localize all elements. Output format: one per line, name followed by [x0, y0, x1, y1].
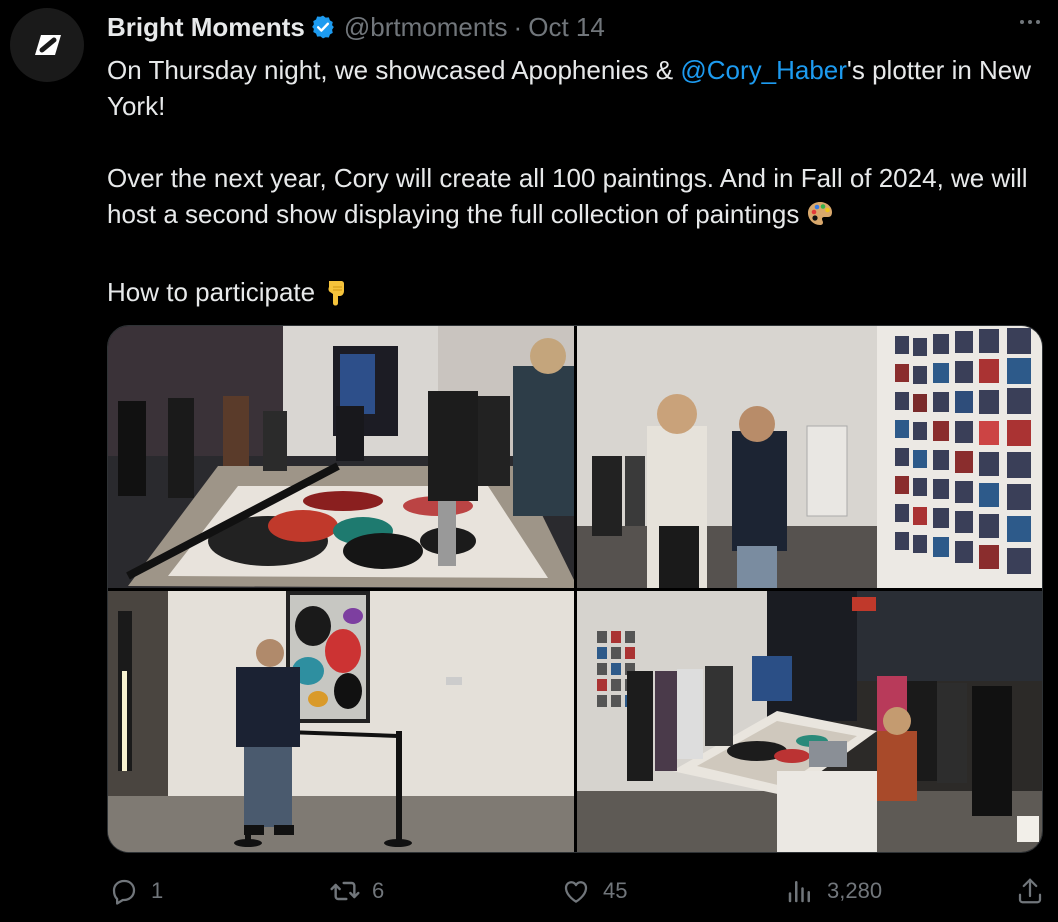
verified-badge-icon[interactable] [310, 14, 336, 40]
heart-icon [559, 874, 593, 908]
views-icon [783, 874, 817, 908]
paragraph-3: How to participate [107, 274, 1037, 316]
action-bar: 1 6 45 3,280 [107, 874, 1047, 914]
tweet-text: On Thursday night, we showcased Apopheni… [107, 52, 1037, 316]
views-button[interactable]: 3,280 [783, 874, 882, 908]
retweet-count: 6 [372, 878, 385, 903]
photo-wall-of-prints[interactable] [577, 326, 1042, 588]
more-options-icon[interactable] [1014, 14, 1046, 30]
share-button[interactable] [1013, 874, 1047, 908]
views-count: 3,280 [827, 878, 883, 903]
like-button[interactable]: 45 [559, 874, 627, 908]
reply-count: 1 [151, 878, 164, 903]
share-icon [1013, 874, 1047, 908]
avatar[interactable] [10, 8, 84, 82]
handle[interactable]: @brtmoments [344, 11, 508, 43]
tweet[interactable]: Bright Moments @brtmoments · Oct 14 On T… [0, 0, 1058, 922]
bright-moments-logo-icon [35, 35, 61, 55]
mention-link[interactable]: @Cory_Haber [680, 55, 847, 85]
retweet-icon [328, 874, 362, 908]
tweet-date[interactable]: Oct 14 [528, 11, 605, 43]
media-grid [107, 325, 1043, 853]
retweet-button[interactable]: 6 [328, 874, 384, 908]
photo-plotter-crowd[interactable] [108, 326, 574, 588]
reply-button[interactable]: 1 [107, 874, 163, 908]
pointing-down-emoji [321, 277, 351, 316]
photo-man-with-painting[interactable] [108, 591, 574, 852]
paragraph-1: On Thursday night, we showcased Apopheni… [107, 55, 1032, 121]
paragraph-2: Over the next year, Cory will create all… [107, 160, 1037, 238]
display-name[interactable]: Bright Moments [107, 11, 305, 43]
like-count: 45 [603, 878, 628, 903]
artist-palette-emoji [805, 199, 835, 238]
reply-icon [107, 874, 141, 908]
separator: · [513, 12, 523, 42]
photo-gallery-crowd[interactable] [577, 591, 1042, 852]
tweet-header: Bright Moments @brtmoments · Oct 14 [107, 11, 605, 43]
